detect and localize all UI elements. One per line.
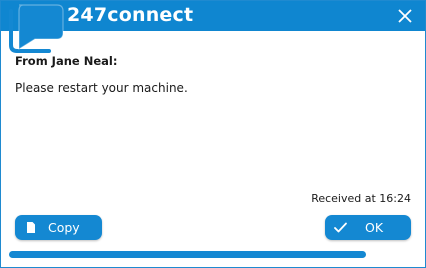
- received-timestamp: Received at 16:24: [311, 192, 411, 205]
- sender-label: From Jane Neal:: [15, 54, 118, 68]
- progress-bar: [9, 251, 417, 258]
- chat-bubble-logo-icon: [9, 4, 64, 53]
- ok-button-label: OK: [365, 220, 384, 235]
- ok-button[interactable]: OK: [325, 215, 411, 240]
- checkmark-icon: [334, 222, 347, 233]
- progress-fill: [9, 251, 366, 258]
- close-icon: [398, 9, 412, 23]
- close-button[interactable]: [393, 4, 417, 28]
- notification-window: 247connect From Jane Neal: Please restar…: [0, 0, 426, 268]
- copy-button-label: Copy: [48, 220, 80, 235]
- document-icon: [27, 222, 35, 233]
- message-text: Please restart your machine.: [15, 81, 188, 95]
- app-title: 247connect: [67, 4, 194, 26]
- copy-button[interactable]: Copy: [15, 215, 102, 240]
